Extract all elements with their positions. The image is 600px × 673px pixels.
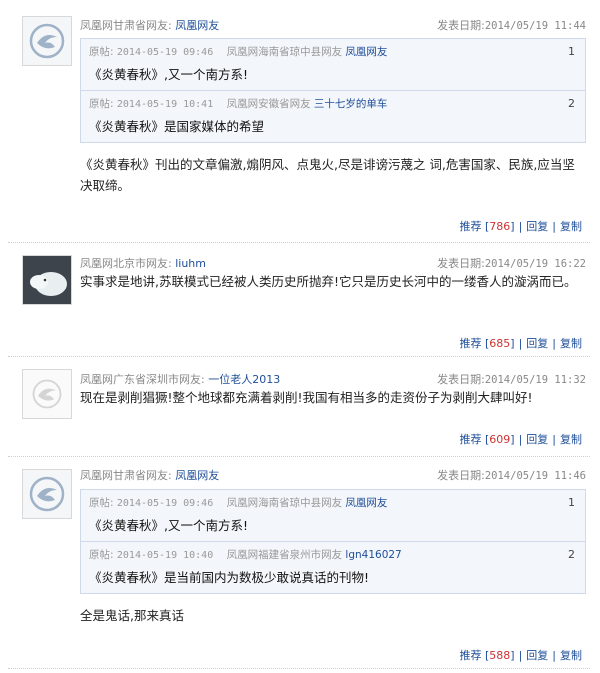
post-date-label: 发表日期: xyxy=(437,257,485,270)
avatar[interactable] xyxy=(22,16,72,66)
comment-meta: 凤凰网广东省深圳市网友: 一位老人2013 发表日期:2014/05/19 11… xyxy=(80,371,586,387)
quote-location: 凤凰网安徽省网友 xyxy=(226,98,311,110)
comment-actions: 推荐 [609] | 回复 | 复制 xyxy=(459,433,582,446)
comment-meta: 凤凰网北京市网友: liuhm 发表日期:2014/05/19 16:22 xyxy=(80,255,586,271)
phoenix-logo-icon xyxy=(29,23,65,59)
comment-item: 凤凰网北京市网友: liuhm 发表日期:2014/05/19 16:22 实事… xyxy=(8,243,586,355)
user-location: 凤凰网广东省深圳市网友: xyxy=(80,373,205,386)
quote-text: 《炎黄春秋》是当前国内为数极少敢说真话的刊物! xyxy=(89,570,370,585)
post-date-label: 发表日期: xyxy=(437,373,485,386)
recommend-count: 609 xyxy=(489,433,511,446)
phoenix-logo-icon xyxy=(32,379,62,409)
quoted-post: 原帖: 2014-05-19 09:46 凤凰网海南省琼中县网友 凤凰网友 1 … xyxy=(81,490,585,541)
comment-item: 凤凰网广东省深圳市网友: 一位老人2013 发表日期:2014/05/19 11… xyxy=(8,357,586,451)
post-date: 发表日期:2014/05/19 11:46 xyxy=(437,467,586,483)
quote-username-link[interactable]: 凤凰网友 xyxy=(345,497,387,509)
quote-location: 凤凰网福建省泉州市网友 xyxy=(226,549,343,561)
reply-link[interactable]: 回复 xyxy=(526,649,548,662)
username-link[interactable]: 凤凰网友 xyxy=(175,19,219,32)
copy-link[interactable]: 复制 xyxy=(560,649,582,662)
comment-item: 凤凰网甘肃省网友: 凤凰网友 发表日期:2014/05/19 11:44 原帖:… xyxy=(8,0,586,240)
recommend-link[interactable]: 推荐 [609] xyxy=(459,433,514,446)
copy-link[interactable]: 复制 xyxy=(560,337,582,350)
quote-label: 原帖: xyxy=(89,497,114,509)
recommend-label: 推荐 xyxy=(459,433,482,446)
quote-location: 凤凰网海南省琼中县网友 xyxy=(226,46,343,58)
beluga-photo-icon xyxy=(23,256,71,304)
quote-username-link[interactable]: 凤凰网友 xyxy=(345,46,387,58)
quote-text: 《炎黄春秋》是国家媒体的希望 xyxy=(89,119,265,134)
quoted-posts: 原帖: 2014-05-19 09:46 凤凰网海南省琼中县网友 凤凰网友 1 … xyxy=(80,489,586,594)
recommend-count: 685 xyxy=(489,337,511,350)
comment-body: 全是鬼话,那来真话 xyxy=(80,608,184,623)
post-date-value: 2014/05/19 11:32 xyxy=(484,374,586,386)
quote-label: 原帖: xyxy=(89,549,114,561)
copy-link[interactable]: 复制 xyxy=(560,433,582,446)
post-date: 发表日期:2014/05/19 11:32 xyxy=(437,371,586,387)
username-link[interactable]: liuhm xyxy=(175,257,206,270)
user-location: 凤凰网甘肃省网友: xyxy=(80,469,172,482)
quote-username-link[interactable]: 三十七岁的单车 xyxy=(314,98,388,110)
quote-floor-number: 2 xyxy=(568,97,575,110)
comment-meta: 凤凰网甘肃省网友: 凤凰网友 发表日期:2014/05/19 11:46 xyxy=(80,467,586,483)
post-date-label: 发表日期: xyxy=(437,19,485,32)
reply-link[interactable]: 回复 xyxy=(526,433,548,446)
quote-username-link[interactable]: lgn416027 xyxy=(345,549,401,561)
recommend-label: 推荐 xyxy=(459,649,482,662)
avatar[interactable] xyxy=(22,255,72,305)
quote-date: 2014-05-19 09:46 xyxy=(116,498,214,509)
post-date-value: 2014/05/19 16:22 xyxy=(484,258,586,270)
recommend-link[interactable]: 推荐 [685] xyxy=(459,337,514,350)
quoted-post: 原帖: 2014-05-19 10:41 凤凰网安徽省网友 三十七岁的单车 2 … xyxy=(81,90,585,142)
quoted-post: 原帖: 2014-05-19 10:40 凤凰网福建省泉州市网友 lgn4160… xyxy=(81,541,585,593)
comment-body: 现在是剥削猖獗!整个地球都充满着剥削!我国有相当多的走资份子为剥削大肆叫好! xyxy=(80,390,533,405)
quote-floor-number: 2 xyxy=(568,548,575,561)
user-location: 凤凰网甘肃省网友: xyxy=(80,19,172,32)
quote-label: 原帖: xyxy=(89,46,114,58)
comment-actions: 推荐 [588] | 回复 | 复制 xyxy=(459,649,582,662)
quote-date: 2014-05-19 10:40 xyxy=(116,550,214,561)
recommend-link[interactable]: 推荐 [588] xyxy=(459,649,514,662)
post-date-value: 2014/05/19 11:46 xyxy=(484,470,586,482)
quote-text: 《炎黄春秋》,又一个南方系! xyxy=(89,518,248,533)
reply-link[interactable]: 回复 xyxy=(526,220,548,233)
quote-location: 凤凰网海南省琼中县网友 xyxy=(226,497,343,509)
reply-link[interactable]: 回复 xyxy=(526,337,548,350)
quote-date: 2014-05-19 10:41 xyxy=(116,99,214,110)
comment-actions: 推荐 [786] | 回复 | 复制 xyxy=(459,220,582,233)
comment-actions: 推荐 [685] | 回复 | 复制 xyxy=(459,337,582,350)
recommend-link[interactable]: 推荐 [786] xyxy=(459,220,514,233)
post-date-label: 发表日期: xyxy=(437,469,485,482)
avatar[interactable] xyxy=(22,369,72,419)
comment-meta: 凤凰网甘肃省网友: 凤凰网友 发表日期:2014/05/19 11:44 xyxy=(80,17,586,33)
comment-item: 凤凰网甘肃省网友: 凤凰网友 发表日期:2014/05/19 11:46 原帖:… xyxy=(8,457,586,671)
username-link[interactable]: 一位老人2013 xyxy=(208,373,280,386)
username-link[interactable]: 凤凰网友 xyxy=(175,469,219,482)
quote-floor-number: 1 xyxy=(568,496,575,509)
comment-body: 实事求是地讲,苏联模式已经被人类历史所抛弃!它只是历史长河中的一缕香人的漩涡而已… xyxy=(80,274,577,289)
user-location: 凤凰网北京市网友: xyxy=(80,257,172,270)
post-date: 发表日期:2014/05/19 11:44 xyxy=(437,17,586,33)
recommend-label: 推荐 xyxy=(459,220,482,233)
phoenix-logo-icon xyxy=(29,476,65,512)
quote-label: 原帖: xyxy=(89,98,114,110)
copy-link[interactable]: 复制 xyxy=(560,220,582,233)
post-date: 发表日期:2014/05/19 16:22 xyxy=(437,255,586,271)
quoted-posts: 原帖: 2014-05-19 09:46 凤凰网海南省琼中县网友 凤凰网友 1 … xyxy=(80,38,586,143)
recommend-label: 推荐 xyxy=(459,337,482,350)
quote-floor-number: 1 xyxy=(568,45,575,58)
recommend-count: 588 xyxy=(489,649,511,662)
divider xyxy=(8,668,590,669)
quoted-post: 原帖: 2014-05-19 09:46 凤凰网海南省琼中县网友 凤凰网友 1 … xyxy=(81,39,585,90)
avatar[interactable] xyxy=(22,469,72,519)
post-date-value: 2014/05/19 11:44 xyxy=(484,20,586,32)
comment-body: 《炎黄春秋》刊出的文章偏激,煽阴风、点鬼火,尽是诽谤污蔑之 词,危害国家、民族,… xyxy=(80,157,575,193)
quote-date: 2014-05-19 09:46 xyxy=(116,47,214,58)
recommend-count: 786 xyxy=(489,220,511,233)
quote-text: 《炎黄春秋》,又一个南方系! xyxy=(89,67,248,82)
